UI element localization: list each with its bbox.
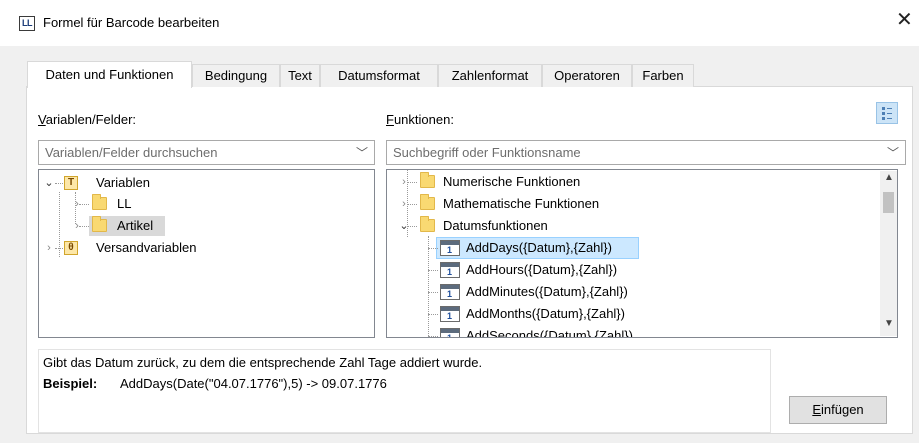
function-icon: 1: [440, 284, 460, 300]
tab-datumsformat[interactable]: Datumsformat: [320, 64, 438, 87]
function-item-addseconds[interactable]: 1 AddSeconds({Datum},{Zahl}): [387, 325, 882, 338]
function-icon: 1: [440, 262, 460, 278]
function-item-adddays[interactable]: 1 AddDays({Datum},{Zahl}): [387, 237, 882, 259]
folder-icon: [420, 194, 435, 210]
function-label: AddMinutes({Datum},{Zahl}): [466, 284, 628, 299]
variables-label: Variablen/Felder:: [38, 112, 137, 127]
tree-item-artikel[interactable]: › Artikel: [39, 215, 374, 237]
tree-item-label: Mathematische Funktionen: [443, 196, 600, 211]
tree-item-label: Versandvariablen: [96, 240, 197, 255]
variables-tree[interactable]: ⌄ T Variablen › LL › Artikel › θ Versand…: [38, 169, 375, 338]
chevron-right-icon[interactable]: ›: [44, 237, 54, 259]
function-item-addmonths[interactable]: 1 AddMonths({Datum},{Zahl}): [387, 303, 882, 325]
tree-item-label: Variablen: [96, 175, 150, 190]
example-value: AddDays(Date("04.07.1776"),5) -> 09.07.1…: [120, 376, 387, 391]
folder-icon: [420, 216, 435, 232]
variable-icon: θ: [64, 241, 78, 255]
folder-icon: [92, 194, 107, 210]
tab-zahlenformat[interactable]: Zahlenformat: [438, 64, 542, 87]
scroll-up-icon[interactable]: ▲: [884, 172, 894, 183]
variables-search-input[interactable]: Variablen/Felder durchsuchen ﹀: [38, 140, 375, 165]
list-view-icon: [882, 107, 892, 120]
function-label: AddMonths({Datum},{Zahl}): [466, 306, 625, 321]
chevron-down-icon[interactable]: ﹀: [356, 144, 368, 161]
tab-operatoren[interactable]: Operatoren: [542, 64, 632, 87]
folder-icon: [420, 172, 435, 188]
insert-button[interactable]: Einfügen: [789, 396, 887, 424]
tree-item-label: Numerische Funktionen: [443, 174, 581, 189]
tab-text[interactable]: Text: [280, 64, 320, 87]
tree-item-label: Datumsfunktionen: [443, 218, 548, 233]
tab-farben[interactable]: Farben: [632, 64, 694, 87]
tree-item-datumsfunktionen[interactable]: ⌄ Datumsfunktionen: [387, 215, 882, 237]
function-label: AddSeconds({Datum},{Zahl}): [466, 328, 633, 338]
tree-item-mathematische-funktionen[interactable]: › Mathematische Funktionen: [387, 193, 882, 215]
functions-search-input[interactable]: Suchbegriff oder Funktionsname ﹀: [386, 140, 906, 165]
function-icon: 1: [440, 306, 460, 322]
example-label: Beispiel:: [43, 376, 98, 391]
tree-item-ll[interactable]: › LL: [39, 193, 374, 215]
tree-item-label: LL: [117, 196, 132, 211]
scrollbar-thumb[interactable]: [883, 192, 894, 213]
tree-item-numerische-funktionen[interactable]: › Numerische Funktionen: [387, 171, 882, 193]
function-description: Gibt das Datum zurück, zu dem die entspr…: [43, 355, 483, 370]
chevron-down-icon[interactable]: ﹀: [887, 144, 899, 161]
chevron-down-icon[interactable]: ⌄: [44, 172, 54, 194]
function-item-addhours[interactable]: 1 AddHours({Datum},{Zahl}): [387, 259, 882, 281]
functions-label: Funktionen:: [386, 112, 454, 127]
tree-item-label: Artikel: [117, 218, 154, 233]
tree-item-versandvariablen[interactable]: › θ Versandvariablen: [39, 237, 374, 259]
tab-daten-und-funktionen[interactable]: Daten und Funktionen: [27, 61, 192, 88]
text-variable-icon: T: [64, 176, 78, 190]
function-icon: 1: [440, 240, 460, 256]
variables-search-placeholder: Variablen/Felder durchsuchen: [45, 145, 218, 160]
close-icon[interactable]: ✕: [896, 10, 913, 30]
window-title: Formel für Barcode bearbeiten: [43, 15, 220, 30]
view-toggle-button[interactable]: [876, 102, 898, 124]
function-item-addminutes[interactable]: 1 AddMinutes({Datum},{Zahl}): [387, 281, 882, 303]
tree-item-variablen[interactable]: ⌄ T Variablen: [39, 172, 374, 194]
scroll-down-icon[interactable]: ▼: [884, 318, 894, 329]
functions-search-placeholder: Suchbegriff oder Funktionsname: [393, 145, 581, 160]
app-icon: LL: [19, 16, 35, 31]
function-label: AddHours({Datum},{Zahl}): [466, 262, 618, 277]
function-icon: 1: [440, 328, 460, 337]
function-label: AddDays({Datum},{Zahl}): [466, 240, 612, 255]
folder-icon: [92, 216, 107, 232]
functions-tree[interactable]: › Numerische Funktionen › Mathematische …: [386, 169, 898, 338]
tab-bedingung[interactable]: Bedingung: [192, 64, 280, 87]
